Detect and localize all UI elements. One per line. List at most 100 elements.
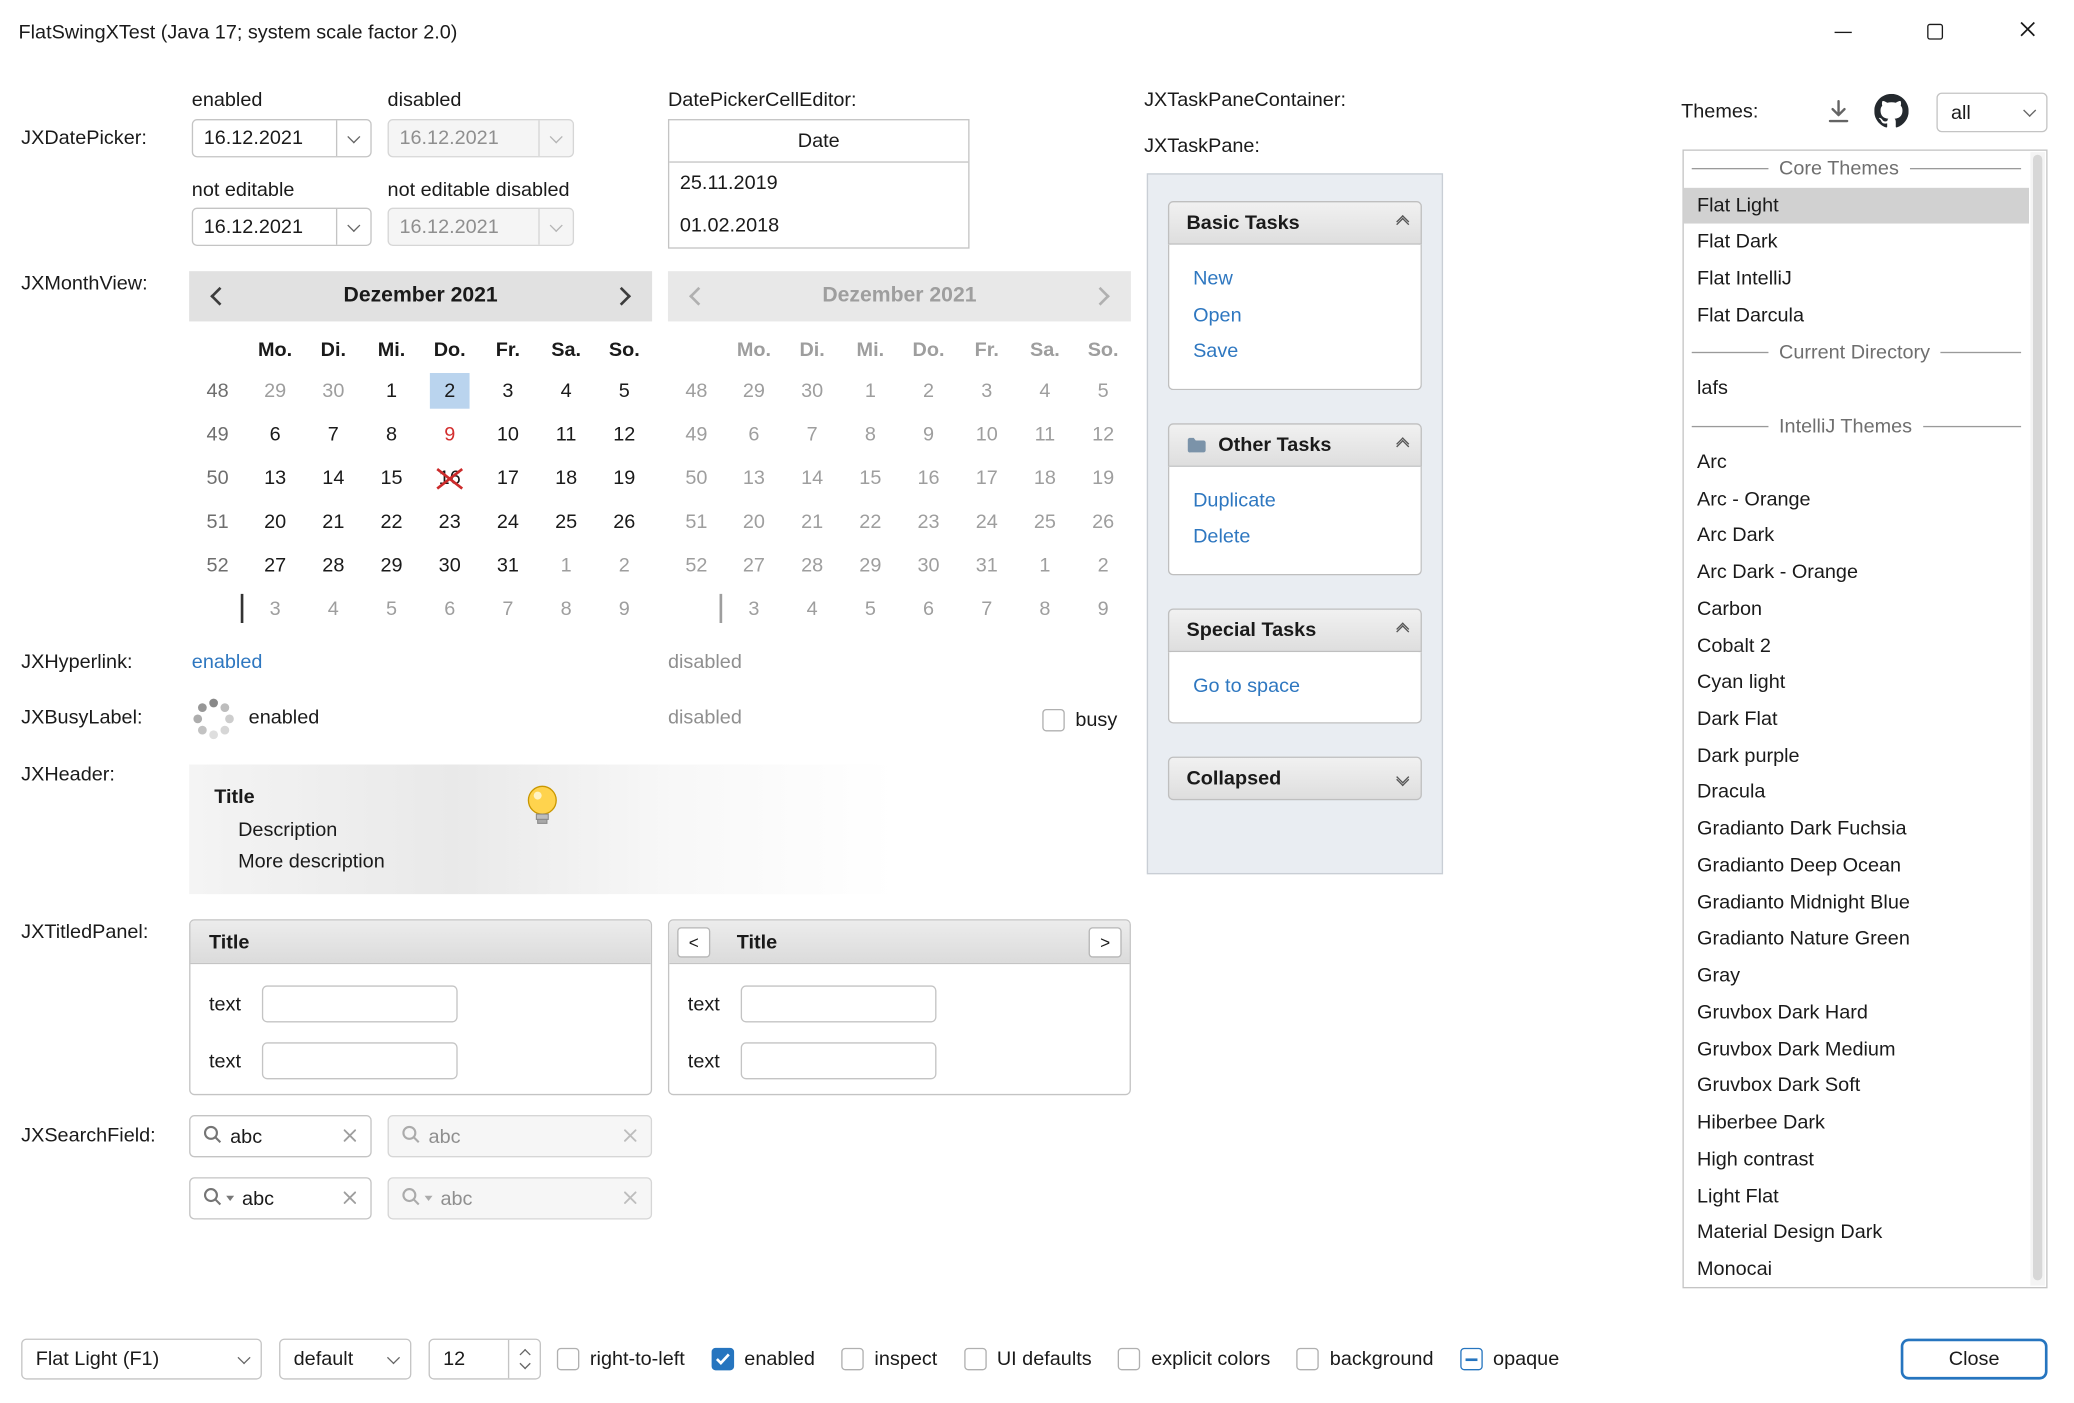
day-cell[interactable]: 29 (246, 369, 304, 413)
font-size-spinner[interactable]: 12 (429, 1339, 541, 1380)
theme-item-gradianto-nature-green[interactable]: Gradianto Nature Green (1684, 921, 2029, 958)
monthview-enabled[interactable]: Dezember 2021 Mo.Di.Mi.Do.Fr.Sa.So.48293… (189, 271, 652, 631)
searchfield-with-menu-enabled[interactable]: abc (189, 1177, 372, 1219)
prev-button[interactable]: < (677, 927, 710, 957)
taskpane-header-special-tasks[interactable]: Special Tasks (1168, 608, 1422, 652)
day-cell[interactable]: 25 (537, 500, 595, 544)
day-cell[interactable]: 16 (421, 456, 479, 500)
day-cell[interactable]: 9 (595, 587, 653, 631)
date-cell[interactable]: 01.02.2018 (669, 205, 968, 247)
theme-item-arc-dark-orange[interactable]: Arc Dark - Orange (1684, 554, 2029, 591)
theme-item-flat-darcula[interactable]: Flat Darcula (1684, 298, 2029, 335)
day-cell[interactable]: 1 (362, 369, 420, 413)
day-cell[interactable]: 14 (304, 456, 362, 500)
day-cell[interactable]: 22 (362, 500, 420, 544)
download-icon[interactable] (1824, 97, 1853, 126)
font-combo[interactable]: default (279, 1339, 411, 1380)
datepicker-value[interactable]: 16.12.2021 (193, 120, 336, 156)
checkbox-opaque[interactable]: opaque (1460, 1348, 1559, 1370)
theme-item-cobalt-2[interactable]: Cobalt 2 (1684, 628, 2029, 665)
task-link-duplicate[interactable]: Duplicate (1193, 482, 1421, 518)
theme-item-flat-dark[interactable]: Flat Dark (1684, 224, 2029, 261)
day-cell[interactable]: 23 (421, 500, 479, 544)
theme-item-arc-orange[interactable]: Arc - Orange (1684, 481, 2029, 518)
checkbox-right-to-left[interactable]: right-to-left (557, 1348, 685, 1370)
day-cell[interactable]: 6 (421, 587, 479, 631)
window-close-button[interactable] (1981, 0, 2074, 63)
maximize-button[interactable] (1889, 0, 1982, 63)
day-cell[interactable]: 6 (246, 413, 304, 457)
task-link-open[interactable]: Open (1193, 297, 1421, 333)
day-cell[interactable]: 13 (246, 456, 304, 500)
searchfield-enabled[interactable]: abc (189, 1115, 372, 1157)
theme-item-high-contrast[interactable]: High contrast (1684, 1141, 2029, 1178)
date-cell[interactable]: 25.11.2019 (669, 163, 968, 205)
theme-item-gray[interactable]: Gray (1684, 958, 2029, 995)
taskpane-header-other-tasks[interactable]: Other Tasks (1168, 423, 1422, 467)
task-link-go-to-space[interactable]: Go to space (1193, 667, 1421, 703)
search-menu-icon[interactable] (202, 1186, 222, 1211)
text-field[interactable] (262, 1042, 458, 1079)
day-cell[interactable]: 3 (479, 369, 537, 413)
theme-item-flat-intellij[interactable]: Flat IntelliJ (1684, 261, 2029, 298)
theme-item-dark-purple[interactable]: Dark purple (1684, 738, 2029, 775)
day-cell[interactable]: 30 (421, 544, 479, 588)
theme-item-arc-dark[interactable]: Arc Dark (1684, 518, 2029, 555)
prev-month-icon[interactable] (213, 285, 226, 307)
chevron-double-up-icon[interactable] (1398, 220, 1407, 225)
checkbox-inspect[interactable]: inspect (841, 1348, 937, 1370)
day-cell[interactable]: 7 (304, 413, 362, 457)
chevron-double-up-icon[interactable] (1398, 442, 1407, 447)
next-month-icon[interactable] (615, 285, 628, 307)
checkbox-busy[interactable]: busy (1042, 698, 1117, 740)
day-cell[interactable]: 7 (479, 587, 537, 631)
day-cell[interactable]: 2 (595, 544, 653, 588)
day-cell[interactable]: 5 (362, 587, 420, 631)
chevron-down-icon[interactable] (519, 1358, 530, 1369)
theme-item-flat-light[interactable]: Flat Light (1684, 187, 2029, 224)
chevron-double-down-icon[interactable] (1398, 776, 1407, 781)
taskpane-header-collapsed[interactable]: Collapsed (1168, 757, 1422, 801)
day-cell[interactable]: 31 (479, 544, 537, 588)
day-cell[interactable]: 10 (479, 413, 537, 457)
day-cell[interactable]: 27 (246, 544, 304, 588)
datepicker-not-editable[interactable]: 16.12.2021 (192, 208, 372, 246)
day-cell[interactable]: 2 (421, 369, 479, 413)
day-cell[interactable]: 17 (479, 456, 537, 500)
task-link-delete[interactable]: Delete (1193, 518, 1421, 554)
datepicker-enabled[interactable]: 16.12.2021 (192, 119, 372, 157)
theme-item-gradianto-midnight-blue[interactable]: Gradianto Midnight Blue (1684, 884, 2029, 921)
day-cell[interactable]: 20 (246, 500, 304, 544)
datepicker-dropdown-button[interactable] (336, 120, 370, 156)
day-cell[interactable]: 21 (304, 500, 362, 544)
theme-item-gradianto-deep-ocean[interactable]: Gradianto Deep Ocean (1684, 848, 2029, 885)
text-field[interactable] (262, 985, 458, 1022)
theme-item-material-design-dark[interactable]: Material Design Dark (1684, 1215, 2029, 1252)
theme-item-gruvbox-dark-soft[interactable]: Gruvbox Dark Soft (1684, 1068, 2029, 1105)
chevron-double-up-icon[interactable] (1398, 627, 1407, 632)
theme-item-lafs[interactable]: lafs (1684, 371, 2029, 408)
clear-icon[interactable] (343, 1187, 358, 1209)
laf-combo[interactable]: Flat Light (F1) (21, 1339, 262, 1380)
day-cell[interactable]: 12 (595, 413, 653, 457)
day-cell[interactable]: 1 (537, 544, 595, 588)
theme-item-arc[interactable]: Arc (1684, 444, 2029, 481)
theme-item-gruvbox-dark-medium[interactable]: Gruvbox Dark Medium (1684, 1031, 2029, 1068)
theme-item-hiberbee-dark[interactable]: Hiberbee Dark (1684, 1105, 2029, 1142)
next-button[interactable]: > (1089, 927, 1122, 957)
day-cell[interactable]: 9 (421, 413, 479, 457)
task-link-save[interactable]: Save (1193, 333, 1421, 369)
theme-item-cyan-light[interactable]: Cyan light (1684, 664, 2029, 701)
day-cell[interactable]: 4 (304, 587, 362, 631)
clear-icon[interactable] (343, 1125, 358, 1147)
theme-item-gruvbox-dark-hard[interactable]: Gruvbox Dark Hard (1684, 995, 2029, 1032)
datepicker-dropdown-button[interactable] (336, 209, 370, 245)
task-link-new[interactable]: New (1193, 261, 1421, 297)
text-field[interactable] (741, 985, 937, 1022)
github-icon[interactable] (1874, 94, 1908, 128)
theme-item-dark-flat[interactable]: Dark Flat (1684, 701, 2029, 738)
checkbox-explicit-colors[interactable]: explicit colors (1118, 1348, 1270, 1370)
theme-item-light-flat[interactable]: Light Flat (1684, 1178, 2029, 1215)
spinner-buttons[interactable] (508, 1340, 540, 1378)
search-input[interactable]: abc (242, 1187, 335, 1209)
